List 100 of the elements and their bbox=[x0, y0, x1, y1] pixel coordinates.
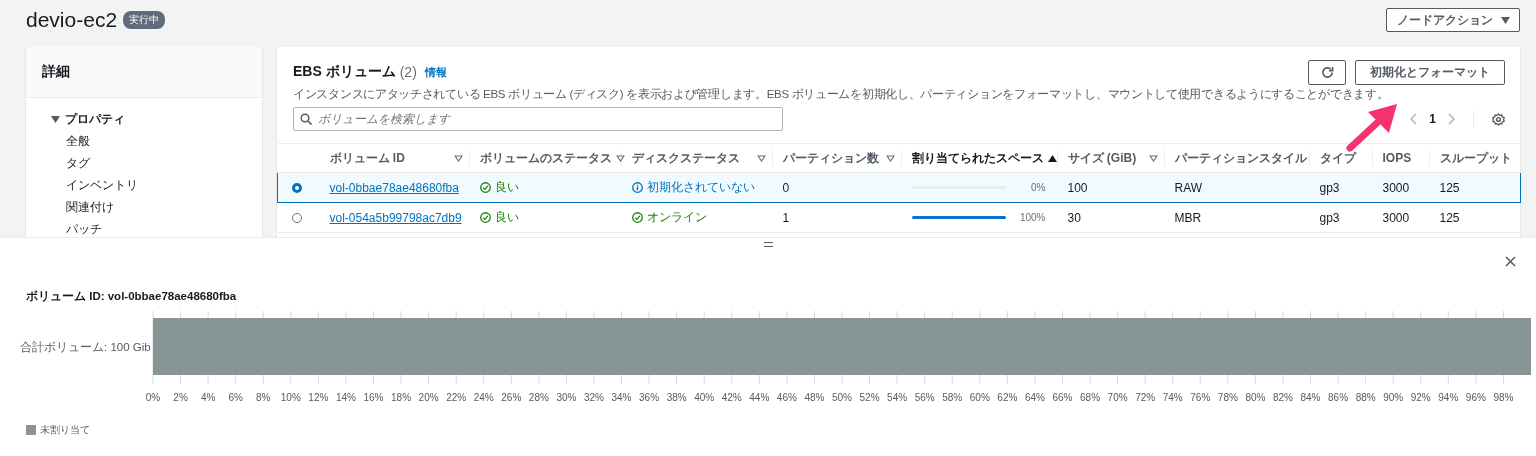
info-icon bbox=[631, 182, 643, 193]
caret-icon bbox=[1500, 16, 1510, 24]
chart-title: ボリューム ID: vol-0bbae78ae48680fba bbox=[26, 289, 238, 303]
axis-tick-label: 10% bbox=[280, 392, 301, 403]
panel-title: 詳細 bbox=[42, 63, 70, 81]
tree-item[interactable]: タグ bbox=[66, 152, 262, 174]
drag-handle-icon[interactable] bbox=[763, 242, 773, 247]
status-text: 良い bbox=[494, 179, 519, 196]
axis-tick-label: 16% bbox=[363, 392, 384, 403]
tree-item[interactable]: パッチ bbox=[66, 218, 262, 237]
column-header[interactable]: IOPS bbox=[1372, 143, 1430, 173]
instance-title: devio-ec2 bbox=[26, 8, 118, 32]
axis-tick-label: 86% bbox=[1328, 392, 1349, 403]
axis-tick-label: 0% bbox=[145, 392, 161, 403]
table-cell: gp3 bbox=[1319, 180, 1340, 195]
axis-tick-label: 74% bbox=[1162, 392, 1183, 403]
axis-tick-label: 32% bbox=[583, 392, 604, 403]
axis-tick-label: 90% bbox=[1383, 392, 1404, 403]
tree-node[interactable]: プロパティ bbox=[51, 108, 262, 130]
refresh-icon bbox=[1320, 65, 1334, 79]
axis-tick-label: 40% bbox=[694, 392, 715, 403]
table-cell: 0 bbox=[782, 180, 790, 195]
tree-item[interactable]: 全般 bbox=[66, 130, 262, 152]
table-cell: 3000 bbox=[1382, 180, 1410, 195]
column-header[interactable]: パーティション数 bbox=[772, 143, 902, 173]
sort-ascending-icon bbox=[1047, 154, 1057, 162]
tree-item[interactable]: 関連付け bbox=[66, 196, 262, 218]
settings-icon[interactable] bbox=[1492, 112, 1505, 126]
description-text: インスタンスにアタッチされている EBS ボリューム (ディスク) を表示および管理します。EBS ボリュームを初期化し、パーティションをフォーマットし、マウントして使用できるようにすることができます。 bbox=[293, 87, 1390, 102]
tree-item[interactable]: インベントリ bbox=[66, 174, 262, 196]
axis-tick-label: 70% bbox=[1107, 392, 1128, 403]
sort-icon bbox=[885, 154, 895, 162]
check-circle-icon bbox=[479, 212, 491, 223]
axis-tick-label: 62% bbox=[997, 392, 1018, 403]
check-circle-icon bbox=[479, 182, 491, 193]
radio-button[interactable] bbox=[292, 182, 302, 193]
category-label: 合計ボリューム: 100 Gib bbox=[20, 340, 151, 353]
legend-label: 未割り当て bbox=[40, 423, 90, 437]
axis-tick-label: 6% bbox=[228, 392, 243, 403]
status-badge: 実行中 bbox=[123, 11, 166, 29]
table-cell: gp3 bbox=[1319, 210, 1340, 225]
sort-icon bbox=[1148, 154, 1158, 162]
volume-id-link[interactable]: vol-054a5b99798ac7db9 bbox=[329, 210, 462, 225]
axis-tick-label: 82% bbox=[1272, 392, 1293, 403]
axis-tick-label: 18% bbox=[391, 392, 412, 403]
axis-tick-label: 38% bbox=[666, 392, 687, 403]
axis-tick-label: 60% bbox=[969, 392, 990, 403]
radio-button[interactable] bbox=[291, 212, 302, 223]
axis-tick-label: 80% bbox=[1245, 392, 1266, 403]
table-cell: MBR bbox=[1174, 210, 1202, 225]
close-icon[interactable] bbox=[1505, 256, 1516, 267]
axis-tick-label: 98% bbox=[1493, 392, 1514, 403]
axis-tick-label: 36% bbox=[639, 392, 660, 403]
column-header[interactable]: タイプ bbox=[1309, 143, 1373, 173]
status-text: 良い bbox=[494, 209, 519, 226]
check-circle-icon bbox=[631, 212, 643, 223]
status-text: オンライン bbox=[646, 209, 707, 226]
axis-tick-label: 46% bbox=[776, 392, 797, 403]
expanded-caret-icon bbox=[51, 115, 60, 123]
pointer-arrow bbox=[1346, 104, 1397, 152]
percent-text: 100% bbox=[1018, 212, 1046, 223]
axis-tick-label: 94% bbox=[1438, 392, 1459, 403]
panel-title: EBS ボリューム bbox=[293, 63, 396, 81]
table-cell: RAW bbox=[1174, 180, 1203, 195]
refresh-button[interactable] bbox=[1308, 59, 1346, 85]
sort-icon bbox=[756, 154, 766, 162]
axis-tick-label: 8% bbox=[256, 392, 271, 403]
column-header[interactable]: ボリューム ID bbox=[319, 143, 470, 173]
table-cell: 100 bbox=[1067, 180, 1088, 195]
axis-tick-label: 96% bbox=[1465, 392, 1486, 403]
axis-tick-label: 84% bbox=[1300, 392, 1321, 403]
axis-tick-label: 44% bbox=[749, 392, 770, 403]
axis-tick-label: 28% bbox=[528, 392, 549, 403]
info-link[interactable]: 情報 bbox=[424, 64, 447, 80]
column-header[interactable]: ディスクステータス bbox=[621, 143, 773, 173]
column-header[interactable]: サイズ (GiB) bbox=[1057, 143, 1165, 173]
initialize-format-button[interactable]: 初期化とフォーマット bbox=[1355, 59, 1505, 85]
axis-tick-label: 22% bbox=[446, 392, 467, 403]
column-header[interactable]: パーティションスタイル bbox=[1164, 143, 1310, 173]
axis-tick-label: 26% bbox=[501, 392, 522, 403]
percent-text: 0% bbox=[1030, 182, 1046, 193]
axis-tick-label: 88% bbox=[1355, 392, 1376, 403]
volume-count: (2) bbox=[399, 64, 417, 80]
axis-tick-label: 54% bbox=[887, 392, 908, 403]
axis-tick-label: 76% bbox=[1190, 392, 1211, 403]
search-field[interactable]: ボリュームを検索します bbox=[293, 107, 783, 131]
axis-tick-label: 48% bbox=[804, 392, 825, 403]
axis-tick-label: 42% bbox=[721, 392, 742, 403]
node-action-button[interactable]: ノードアクション bbox=[1386, 8, 1520, 32]
column-header[interactable]: スループット bbox=[1429, 143, 1521, 173]
sort-icon bbox=[615, 154, 625, 162]
table-cell: 125 bbox=[1439, 180, 1460, 195]
column-header[interactable]: ボリュームのステータス bbox=[469, 143, 622, 173]
status-text: 初期化されていない bbox=[646, 179, 755, 196]
axis-tick-label: 58% bbox=[942, 392, 963, 403]
axis-tick-label: 52% bbox=[859, 392, 880, 403]
column-header[interactable]: 割り当てられたスペース bbox=[901, 143, 1058, 173]
page-number[interactable]: 1 bbox=[1429, 112, 1436, 126]
axis-tick-label: 24% bbox=[473, 392, 494, 403]
axis-tick-label: 78% bbox=[1217, 392, 1238, 403]
